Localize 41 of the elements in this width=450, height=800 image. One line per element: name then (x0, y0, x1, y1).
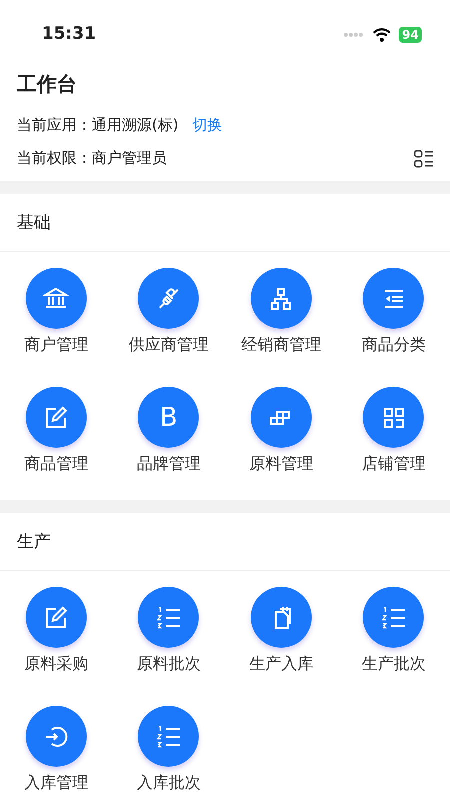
brand-icon: B (138, 387, 200, 448)
menu-tile[interactable]: 经销商管理 (225, 262, 338, 381)
menu-tile[interactable]: 入库管理 (0, 700, 112, 800)
plug-icon (138, 268, 200, 329)
signal-icon (343, 32, 366, 38)
menu-tile[interactable]: 原料采购 (0, 581, 112, 700)
login-icon (26, 706, 87, 767)
battery-level: 94 (399, 26, 422, 42)
edit-icon (26, 587, 87, 648)
menu-tile[interactable]: 商品分类 (338, 262, 450, 381)
blocks-icon (250, 387, 312, 448)
page-title: 工作台 (17, 71, 78, 98)
numbered-list-icon (363, 587, 424, 648)
section-title: 生产 (0, 513, 450, 571)
numbered-list-icon (138, 706, 200, 767)
menu-tile[interactable]: B 品牌管理 (112, 381, 225, 500)
clipboard-icon (250, 587, 312, 648)
section-title: 基础 (0, 194, 450, 252)
indent-icon (363, 268, 424, 329)
switch-link[interactable]: 切换 (192, 114, 223, 137)
app-label: 当前应用： (17, 115, 92, 136)
bank-icon (26, 268, 87, 329)
menu-tile[interactable]: 商品管理 (0, 381, 112, 500)
menu-tile[interactable]: 店铺管理 (338, 381, 450, 500)
app-value: 通用溯源(标) (92, 115, 179, 136)
hierarchy-icon (250, 268, 312, 329)
numbered-list-icon (138, 587, 200, 648)
wifi-icon (373, 28, 392, 42)
menu-tile[interactable]: 入库批次 (112, 700, 225, 800)
menu-tile[interactable]: 生产批次 (338, 581, 450, 700)
menu-tile[interactable]: 原料管理 (225, 381, 338, 500)
role-label: 当前权限： (17, 148, 92, 170)
role-value: 商户管理员 (92, 148, 168, 170)
status-time: 15:31 (42, 22, 96, 46)
menu-tile[interactable]: 原料批次 (112, 581, 225, 700)
edit-icon (26, 387, 87, 448)
menu-tile[interactable]: 商户管理 (0, 262, 112, 381)
menu-tile[interactable]: 供应商管理 (112, 262, 225, 381)
grid-icon (363, 387, 424, 448)
menu-tile[interactable]: 生产入库 (225, 581, 338, 700)
list-icon[interactable] (414, 148, 434, 168)
